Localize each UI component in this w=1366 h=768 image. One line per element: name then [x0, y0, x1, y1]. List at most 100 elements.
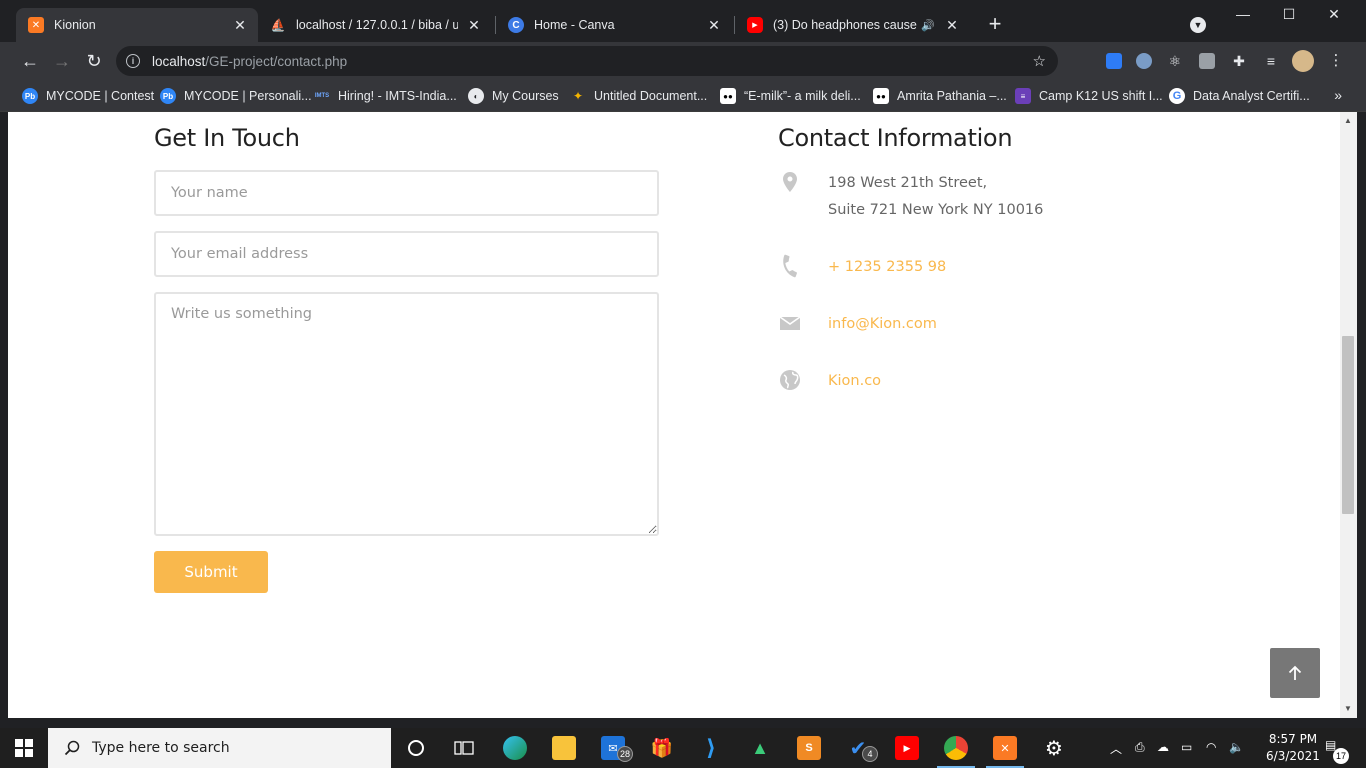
mycode-icon: Pb — [22, 88, 38, 104]
submit-button[interactable]: Submit — [154, 551, 268, 593]
bookmark-item[interactable]: ≡ Camp K12 US shift I... — [1015, 86, 1163, 106]
close-window-icon[interactable]: ✕ — [1311, 6, 1357, 23]
envelope-icon — [779, 316, 801, 330]
bookmark-star-icon[interactable]: ☆ — [1033, 52, 1046, 70]
wifi-icon[interactable]: ◠ — [1206, 740, 1216, 754]
forms-icon: ≡ — [1015, 88, 1031, 104]
back-arrow-icon[interactable]: ← — [18, 49, 42, 73]
meet-now-icon[interactable]: ⎙ — [1135, 740, 1145, 755]
edge-icon[interactable] — [503, 736, 527, 760]
canva-icon: C — [508, 17, 524, 33]
volume-icon[interactable]: 🔈 — [1229, 740, 1244, 754]
mail-badge: 28 — [617, 746, 633, 762]
page-viewport: Get In Touch Submit Contact Information … — [8, 112, 1357, 718]
sublime-icon[interactable]: S — [797, 736, 821, 760]
globe-icon — [780, 370, 800, 390]
file-explorer-icon[interactable] — [552, 736, 576, 760]
website-link[interactable]: Kion.co — [828, 368, 881, 395]
tab-phpmyadmin[interactable]: ⛵ localhost / 127.0.0.1 / biba / user ✕ — [258, 8, 492, 42]
menu-kebab-icon[interactable]: ⋮ — [1328, 53, 1344, 69]
tab-strip: ✕ Kionion ✕ ⛵ localhost / 127.0.0.1 / bi… — [0, 0, 1366, 42]
gift-icon[interactable]: 🎁 — [650, 736, 674, 760]
scrollbar-thumb[interactable] — [1342, 336, 1354, 514]
phpmyadmin-icon: ⛵ — [270, 18, 286, 32]
battery-icon[interactable]: ▭ — [1181, 740, 1192, 754]
onedrive-icon[interactable]: ☁ — [1157, 740, 1169, 754]
phone-icon — [783, 254, 797, 278]
media-controls-icon[interactable]: ≡ — [1263, 53, 1279, 69]
globe-icon: ◐ — [468, 88, 484, 104]
tab-youtube[interactable]: ▶ (3) Do headphones cause he 🔊 ✕ — [735, 8, 970, 42]
minimize-icon[interactable]: — — [1220, 6, 1266, 22]
react-devtools-icon[interactable]: ⚛ — [1167, 53, 1183, 69]
forward-arrow-icon[interactable]: → — [50, 49, 74, 73]
system-clock[interactable]: 8:57 PM 6/3/2021 — [1258, 731, 1328, 765]
page-scrollbar[interactable]: ▲ ▼ — [1340, 112, 1357, 718]
close-tab-icon[interactable]: ✕ — [944, 17, 960, 33]
imts-icon: IMTS — [314, 93, 330, 99]
message-textarea[interactable] — [154, 292, 659, 536]
tab-kionion[interactable]: ✕ Kionion ✕ — [16, 8, 258, 42]
scroll-down-icon[interactable]: ▼ — [1344, 704, 1352, 713]
xampp-app-icon[interactable]: ✕ — [993, 736, 1017, 760]
email-link[interactable]: info@Kion.com — [828, 311, 937, 338]
close-tab-icon[interactable]: ✕ — [706, 17, 722, 33]
close-tab-icon[interactable]: ✕ — [466, 17, 482, 33]
search-icon — [64, 740, 80, 756]
chevron-up-icon[interactable]: ︿ — [1110, 740, 1122, 757]
bookmark-item[interactable]: ◐ My Courses — [468, 86, 559, 106]
rocket-icon[interactable]: ▲ — [748, 736, 772, 760]
bookmarks-bar: Pb MYCODE | Contest Pb MYCODE | Personali.… — [0, 80, 1366, 112]
scroll-up-icon[interactable]: ▲ — [1344, 116, 1352, 125]
tab-canva[interactable]: C Home - Canva ✕ — [496, 8, 732, 42]
extensions-puzzle-icon[interactable]: ✚ — [1231, 53, 1247, 69]
youtube-icon: ▶ — [747, 17, 763, 33]
figma-icon: ✦ — [572, 89, 584, 103]
profile-avatar[interactable] — [1292, 50, 1314, 72]
notification-badge: 17 — [1333, 748, 1349, 764]
start-button[interactable] — [0, 728, 48, 768]
vscode-icon[interactable]: ⟩ — [699, 735, 723, 760]
close-tab-icon[interactable]: ✕ — [232, 17, 248, 33]
phone-link[interactable]: + 1235 2355 98 — [828, 254, 946, 281]
maximize-icon[interactable]: ☐ — [1266, 6, 1312, 23]
bookmark-item[interactable]: IMTS Hiring! - IMTS-India... — [314, 86, 457, 106]
bookmark-item[interactable]: Pb MYCODE | Contest — [22, 86, 154, 106]
tab-search-icon[interactable]: ▼ — [1190, 17, 1206, 33]
site-info-icon[interactable]: i — [126, 54, 140, 68]
email-input[interactable] — [154, 231, 659, 277]
settings-gear-icon[interactable]: ⚙ — [1042, 736, 1066, 760]
google-icon: G — [1169, 88, 1185, 104]
bookmark-item[interactable]: Pb MYCODE | Personali... — [160, 86, 312, 106]
task-view-icon[interactable] — [452, 736, 476, 760]
bookmark-item[interactable]: ✦ Untitled Document... — [570, 86, 707, 106]
bookmark-item[interactable]: ●● Amrita Pathania –... — [873, 86, 1007, 106]
browser-window: ✕ Kionion ✕ ⛵ localhost / 127.0.0.1 / bi… — [0, 0, 1366, 728]
extension-edit-icon[interactable] — [1106, 53, 1122, 69]
form-heading: Get In Touch — [154, 124, 300, 152]
map-pin-icon — [783, 172, 797, 192]
windows-logo-icon — [15, 739, 33, 757]
taskbar-search[interactable]: Type here to search — [48, 728, 391, 768]
windows-taskbar: Type here to search ✉ 28 🎁 ⟩ ▲ S ✔ 4 ▶ ✕… — [0, 728, 1366, 768]
bookmark-item[interactable]: ●● “E-milk”- a milk deli... — [720, 86, 861, 106]
new-tab-button[interactable]: + — [984, 13, 1006, 36]
speaker-icon[interactable]: 🔊 — [920, 17, 936, 33]
xampp-icon: ✕ — [28, 17, 44, 33]
youtube-app-icon[interactable]: ▶ — [895, 736, 919, 760]
bookmarks-overflow-icon[interactable]: » — [1334, 87, 1342, 103]
name-input[interactable] — [154, 170, 659, 216]
address-text: 198 West 21th Street, Suite 721 New York… — [828, 175, 1044, 218]
medium-icon: ●● — [720, 88, 736, 104]
address-bar[interactable]: i localhost/GE-project/contact.php ☆ — [116, 46, 1058, 76]
reload-icon[interactable]: ↻ — [82, 49, 106, 73]
back-to-top-button[interactable] — [1270, 648, 1320, 698]
extension-printer-icon[interactable] — [1199, 53, 1215, 69]
cortana-icon[interactable] — [404, 736, 428, 760]
url-text[interactable]: localhost/GE-project/contact.php — [152, 54, 347, 69]
arrow-up-icon — [1288, 665, 1302, 680]
extension-owl-icon[interactable] — [1136, 53, 1152, 69]
chrome-icon[interactable] — [944, 736, 968, 760]
info-heading: Contact Information — [778, 124, 1013, 152]
bookmark-item[interactable]: G Data Analyst Certifi... — [1169, 86, 1310, 106]
